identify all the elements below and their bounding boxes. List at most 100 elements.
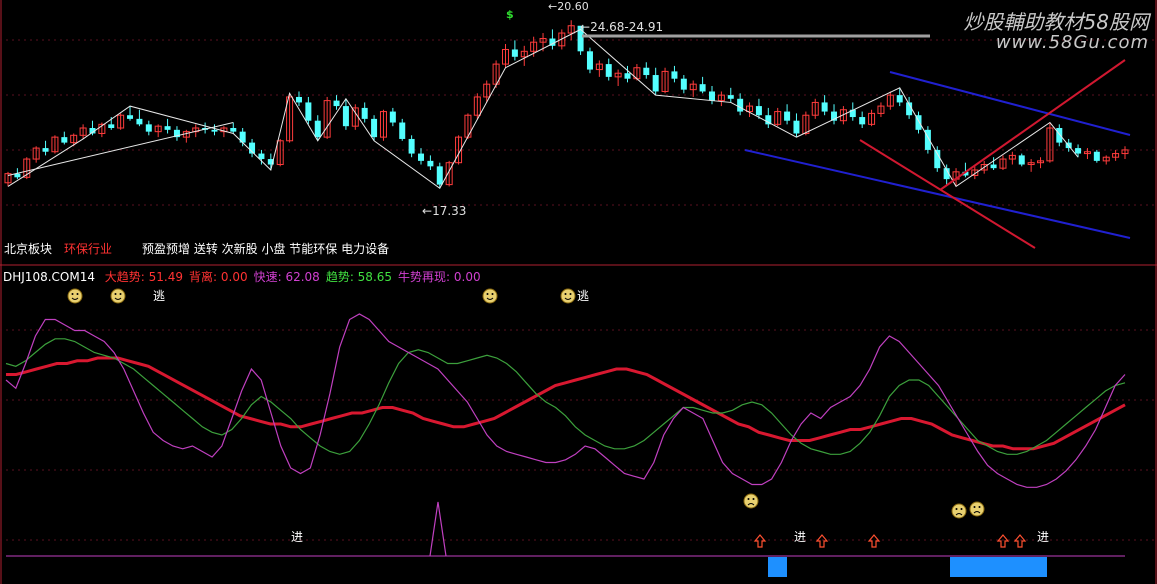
industry-label: 环保行业	[64, 242, 113, 256]
candle-body-68	[643, 67, 650, 76]
candle-body-35	[333, 100, 340, 107]
candle-body-32	[305, 102, 312, 121]
escape-label-0: 逃	[153, 289, 165, 303]
candle-body-13	[127, 115, 134, 119]
smiley-3-eye-l	[486, 293, 489, 295]
buy-arrow-4	[1013, 534, 1027, 548]
buy-arrow-0	[753, 534, 767, 548]
candle-body-69	[652, 75, 659, 92]
enter-label-2: 进	[1037, 530, 1049, 544]
candle-body-80	[755, 106, 762, 116]
smiley-3-face	[482, 288, 498, 304]
candle-body-95	[896, 95, 903, 103]
smiley-2-eye-r	[119, 293, 122, 295]
smiley-6-eye-r	[960, 508, 963, 510]
candle-body-24	[230, 128, 237, 132]
indicator-value-4: 牛势再现: 0.00	[398, 270, 481, 284]
smiley-4-eye-r	[569, 293, 572, 295]
candle-body-36	[342, 106, 349, 127]
candle-body-42	[399, 122, 406, 139]
candle-body-33	[314, 120, 321, 138]
candle-body-74	[699, 84, 706, 92]
red-trend-down	[859, 139, 1036, 249]
candle-body-62	[586, 51, 593, 70]
candle-body-87	[821, 102, 828, 112]
indicator-value-3: 趋势: 58.65	[325, 270, 393, 284]
candle-body-11	[108, 124, 115, 128]
candle-body-22	[211, 129, 218, 132]
range-label: ←24.68-24.91	[580, 20, 664, 34]
smiley-5-eye-l	[747, 498, 750, 500]
candle-body-17	[164, 126, 171, 130]
smiley-2-face	[110, 288, 126, 304]
high-price-label: ←20.60	[548, 0, 589, 13]
smiley-2-eye-l	[114, 293, 117, 295]
candle-body-66	[624, 73, 631, 79]
indicator-value-0: 大趋势: 51.49	[104, 270, 184, 284]
candle-body-116	[1093, 151, 1100, 161]
candle-body-78	[737, 98, 744, 112]
buy-arrow-3	[996, 534, 1010, 548]
smiley-4-face	[560, 288, 576, 304]
concept-tags: 预盈预增 送转 次新股 小盘 节能环保 电力设备	[142, 242, 390, 256]
smiley-1-eye-l	[71, 293, 74, 295]
enter-label-1: 进	[794, 530, 806, 544]
candle-body-72	[680, 78, 687, 90]
buy-arrow-2	[867, 534, 881, 548]
indicator-value-1: 背离: 0.00	[189, 270, 248, 284]
smiley-3-eye-r	[491, 293, 494, 295]
candle-body-6	[61, 137, 68, 143]
smiley-5-eye-r	[752, 498, 755, 500]
indicator-value-2: 快速: 62.08	[253, 270, 320, 284]
smiley-6-eye-l	[955, 508, 958, 510]
candle-body-41	[389, 111, 396, 123]
candle-body-45	[427, 160, 434, 167]
smiley-5-face	[743, 493, 759, 509]
candle-body-64	[605, 64, 612, 77]
indicator-name: DHJ108.COM14	[3, 270, 95, 284]
smiley-7-eye-r	[978, 506, 981, 508]
indicator-values: 大趋势: 51.49 背离: 0.00 快速: 62.08 趋势: 58.65 牛势再现…	[99, 270, 481, 284]
candle-body-54	[511, 49, 518, 57]
range-value: 24.68-24.91	[590, 20, 664, 34]
candle-body-39	[371, 118, 378, 138]
candle-body-75	[708, 91, 715, 101]
candle-body-84	[793, 120, 800, 134]
candle-body-91	[859, 117, 866, 125]
candle-body-83	[784, 111, 791, 121]
sector-label: 北京板块	[4, 242, 53, 256]
smiley-7-face	[969, 501, 985, 517]
candle-body-105	[990, 164, 997, 169]
indicator-title: DHJ108.COM14 大趋势: 51.49 背离: 0.00 快速: 62.08…	[3, 270, 481, 284]
signal-spike	[429, 501, 447, 557]
low-price-value: 17.33	[432, 204, 467, 218]
smiley-4-eye-l	[564, 293, 567, 295]
buy-arrow-1	[815, 534, 829, 548]
smiley-1-face	[67, 288, 83, 304]
low-price-label: ←17.33	[422, 204, 467, 218]
candle-body-114	[1075, 148, 1082, 154]
signal-marker: $	[506, 8, 514, 21]
red-trend-up	[939, 59, 1126, 191]
signal-bar-1	[768, 557, 787, 577]
candle-body-4	[42, 148, 49, 152]
smiley-1-eye-r	[76, 293, 79, 295]
watermark-title: 炒股輔助教材58股网	[963, 10, 1149, 34]
smiley-7-eye-l	[973, 506, 976, 508]
indicator-line-2	[5, 313, 1126, 488]
high-price-value: 20.60	[557, 0, 589, 13]
candle-body-77	[727, 95, 734, 99]
escape-label-1: 逃	[577, 289, 589, 303]
candle-body-43	[408, 138, 415, 154]
candle-body-15	[145, 124, 152, 132]
candle-body-112	[1056, 128, 1063, 143]
enter-label-0: 进	[291, 530, 303, 544]
stock-chart: 逃 逃进 进 进 $	[0, 0, 1157, 584]
candle-body-71	[671, 71, 678, 79]
candle-body-31	[295, 96, 302, 103]
smiley-6-face	[951, 503, 967, 519]
support-line-1	[7, 122, 234, 176]
candle-body-38	[361, 107, 368, 119]
candle-body-108	[1018, 155, 1025, 165]
candle-body-44	[418, 153, 425, 161]
